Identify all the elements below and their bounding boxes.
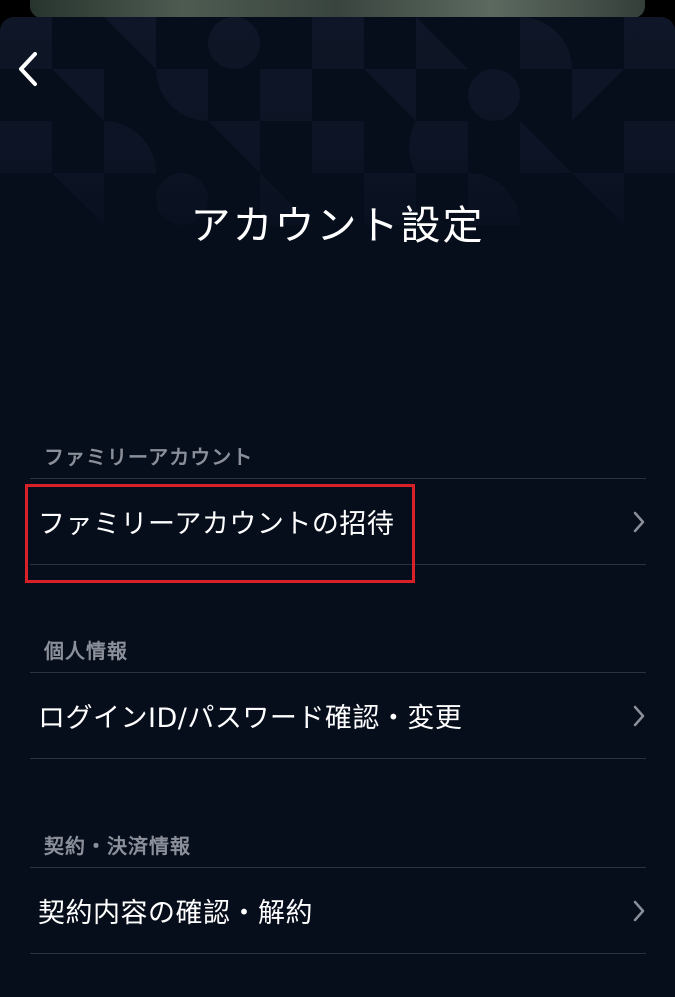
- contract-details-item[interactable]: 契約内容の確認・解約: [30, 869, 646, 953]
- account-settings-sheet: アカウント設定 ファミリーアカウント ファミリーアカウントの招待 個人情報 ログ…: [0, 17, 675, 997]
- section-label-contract-payment: 契約・決済情報: [44, 834, 191, 858]
- login-password-item[interactable]: ログインID/パスワード確認・変更: [30, 674, 646, 758]
- chevron-left-icon: [19, 52, 37, 86]
- list-item-label: ファミリーアカウントの招待: [38, 509, 395, 540]
- background-image-peek: [30, 0, 645, 18]
- page-title: アカウント設定: [190, 203, 485, 249]
- divider: [30, 758, 646, 759]
- back-button[interactable]: [6, 47, 50, 91]
- chevron-right-icon: [633, 900, 645, 922]
- list-item-label: 契約内容の確認・解約: [38, 898, 313, 929]
- section-label-personal-info: 個人情報: [44, 639, 128, 663]
- divider: [30, 672, 646, 673]
- chevron-right-icon: [633, 511, 645, 533]
- divider: [30, 564, 646, 565]
- list-item-label: ログインID/パスワード確認・変更: [38, 703, 463, 734]
- divider: [30, 867, 646, 868]
- divider: [30, 478, 646, 479]
- chevron-right-icon: [633, 705, 645, 727]
- divider: [30, 953, 646, 954]
- section-label-family-account: ファミリーアカウント: [44, 445, 254, 469]
- family-account-invite-item[interactable]: ファミリーアカウントの招待: [30, 480, 646, 564]
